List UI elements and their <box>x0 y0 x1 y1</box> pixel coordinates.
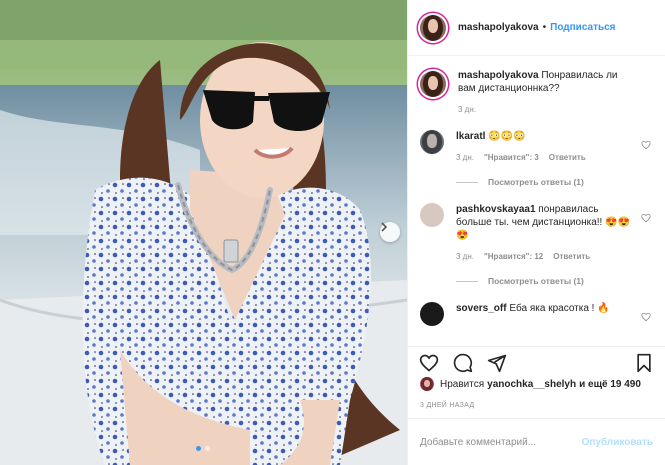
view-replies-label: Посмотреть ответы (1) <box>488 276 584 286</box>
comment-input[interactable] <box>420 436 582 448</box>
comment-meta: 3 дн. "Нравится": 12 Ответить <box>456 250 635 263</box>
author-username[interactable]: mashapolyakova <box>458 22 539 33</box>
comments-list[interactable]: mashapolyakova Понравилась ли вам дистан… <box>408 57 665 346</box>
comment-text: 😳😳😳 <box>488 131 526 142</box>
comment-button[interactable] <box>452 352 474 374</box>
author-avatar[interactable] <box>420 71 446 97</box>
comment-like-heart-icon[interactable] <box>641 213 651 223</box>
carousel-dots <box>196 446 210 451</box>
comment-likes-count[interactable]: "Нравится": 3 <box>484 151 539 164</box>
reply-button[interactable]: Ответить <box>553 250 590 263</box>
caption-time[interactable]: 3 дн. <box>458 103 476 116</box>
comment-body: lkaratl 😳😳😳 3 дн. "Нравится": 3 Ответить… <box>456 130 653 189</box>
likes-count[interactable]: и ещё 19 490 <box>579 379 641 390</box>
caption-body: mashapolyakova Понравилась ли вам дистан… <box>458 69 653 116</box>
comment-body: pashkovskayaa1 понравилась больше ты. че… <box>456 203 653 288</box>
likes-prefix: Нравится <box>440 378 485 390</box>
replies-divider <box>456 182 478 183</box>
view-replies-button[interactable]: Посмотреть ответы (1) <box>456 275 635 288</box>
instagram-post: mashapolyakova • Подписаться mashapolyak… <box>0 0 665 465</box>
comment-time[interactable]: 3 дн. <box>456 151 474 164</box>
commenter-avatar[interactable] <box>420 130 444 154</box>
add-comment-bar: Опубликовать <box>408 418 665 465</box>
commenter-avatar[interactable] <box>420 203 444 227</box>
separator-bullet: • <box>542 22 547 33</box>
caption-username[interactable]: mashapolyakova <box>458 70 539 81</box>
heart-icon <box>419 354 439 372</box>
follow-button[interactable]: Подписаться <box>550 22 615 33</box>
carousel-dot <box>196 446 201 451</box>
comment-meta: 3 дн. "Нравится": 3 Ответить <box>456 151 635 164</box>
view-replies-label: Посмотреть ответы (1) <box>488 177 584 187</box>
comment-item: sovers_off Еба яка красотка ! 🔥 <box>420 302 653 326</box>
comment-username[interactable]: lkaratl <box>456 131 485 142</box>
post-actions <box>408 346 665 378</box>
caption: mashapolyakova Понравилась ли вам дистан… <box>420 69 653 116</box>
view-replies-button[interactable]: Посмотреть ответы (1) <box>456 176 635 189</box>
likes-summary[interactable]: Нравится yanochka__shelyh и ещё 19 490 <box>420 377 657 391</box>
commenter-avatar[interactable] <box>420 302 444 326</box>
comment-like-heart-icon[interactable] <box>641 312 651 322</box>
comment-time[interactable]: 3 дн. <box>456 250 474 263</box>
reply-button[interactable]: Ответить <box>549 151 586 164</box>
comment-item: pashkovskayaa1 понравилась больше ты. че… <box>420 203 653 288</box>
carousel-dot <box>205 446 210 451</box>
share-button[interactable] <box>486 352 508 374</box>
publish-button[interactable]: Опубликовать <box>582 437 653 448</box>
post-date[interactable]: 3 ДНЕЙ НАЗАД <box>420 402 474 409</box>
like-button[interactable] <box>418 352 440 374</box>
carousel-next-button[interactable] <box>380 222 400 242</box>
liker-avatar[interactable] <box>420 377 434 391</box>
comment-body: sovers_off Еба яка красотка ! 🔥 <box>456 302 653 326</box>
share-icon <box>487 354 507 372</box>
replies-divider <box>456 281 478 282</box>
post-header: mashapolyakova • Подписаться <box>408 0 665 56</box>
photo-illustration <box>0 0 407 465</box>
caption-meta: 3 дн. <box>458 103 635 116</box>
comment-item: lkaratl 😳😳😳 3 дн. "Нравится": 3 Ответить… <box>420 130 653 189</box>
comment-username[interactable]: pashkovskayaa1 <box>456 204 536 215</box>
author-avatar[interactable] <box>420 14 446 41</box>
liker-username[interactable]: yanochka__shelyh <box>487 379 576 390</box>
comment-username[interactable]: sovers_off <box>456 303 507 314</box>
bookmark-icon <box>637 353 651 372</box>
comment-icon <box>453 353 473 372</box>
save-button[interactable] <box>633 352 655 374</box>
post-photo[interactable] <box>0 0 407 465</box>
post-side-panel: mashapolyakova • Подписаться mashapolyak… <box>407 0 665 465</box>
comment-text: Еба яка красотка ! 🔥 <box>509 303 610 314</box>
chevron-right-icon <box>381 222 388 232</box>
comment-like-heart-icon[interactable] <box>641 140 651 150</box>
comment-likes-count[interactable]: "Нравится": 12 <box>484 250 543 263</box>
